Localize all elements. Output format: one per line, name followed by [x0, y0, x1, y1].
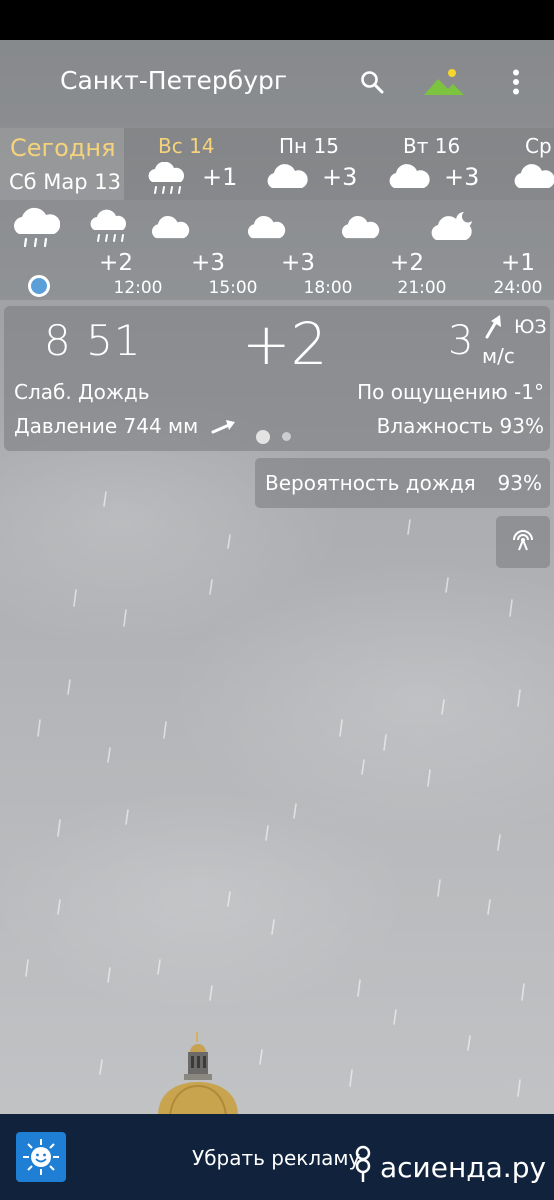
rain-probability-value: 93% [497, 471, 542, 495]
search-icon[interactable] [354, 64, 390, 100]
cloud-icon [148, 214, 192, 244]
rain-probability-label: Вероятность дождя [265, 471, 476, 495]
current-conditions-card[interactable]: 8 51 +2 3 ЮЗ м/с Слаб. Дождь По ощущению… [4, 306, 550, 451]
day-name: Вт 16 [403, 134, 461, 158]
cloud-icon [386, 162, 432, 194]
wind-direction: ЮЗ [514, 316, 547, 338]
cloud-icon [338, 214, 382, 244]
today-label: Сегодня [10, 134, 116, 162]
day-temp: +3 [444, 163, 480, 191]
hourly-forecast[interactable]: +2 12:00 +3 15:00 +3 18:00 +2 21:00 +1 2… [0, 200, 554, 300]
app-logo-icon [16, 1132, 66, 1182]
hour-time: 18:00 [303, 278, 353, 298]
pressure-text: Давление 744 мм [14, 414, 199, 438]
hour-temp: +1 [501, 250, 535, 276]
more-vert-icon[interactable] [498, 64, 534, 100]
current-hour-indicator [28, 275, 50, 297]
cloud-rain-icon [10, 206, 61, 256]
radar-icon [510, 528, 536, 556]
app-header: Санкт-Петербург [0, 40, 554, 128]
day-temp: +3 [322, 163, 358, 191]
day-name: Пн 15 [279, 134, 339, 158]
remove-ads-button[interactable]: Убрать рекламу [192, 1146, 360, 1170]
status-bar [0, 0, 554, 40]
rain-probability-chip[interactable]: Вероятность дождя 93% [255, 458, 550, 508]
daily-forecast-strip[interactable]: Сегодня Сб Мар 13 Вс 14 +1 Пн 15 +3 Вт 1… [0, 128, 554, 200]
wind-unit: м/с [482, 344, 515, 368]
feels-like: По ощущению -1° [357, 380, 544, 404]
today-tab[interactable]: Сегодня Сб Мар 13 [0, 128, 124, 200]
day-temp: +1 [202, 163, 238, 191]
page-dot [282, 432, 291, 441]
day-item[interactable]: Пн 15 +3 [264, 128, 374, 200]
watermark: асиенда.ру [352, 1144, 546, 1191]
cathedral-dome-image [158, 1032, 238, 1117]
cloud-rain-icon [144, 161, 188, 200]
watermark-text: асиенда.ру [380, 1151, 547, 1184]
page-dot-active [256, 429, 270, 444]
humidity: Влажность 93% [376, 414, 544, 438]
city-name[interactable]: Санкт-Петербург [60, 66, 287, 95]
hour-temp: +2 [99, 250, 133, 276]
hour-time: 12:00 [113, 278, 163, 298]
pressure-trend-icon [211, 416, 237, 440]
day-name: Вс 14 [158, 134, 215, 158]
current-temperature: +2 [242, 310, 328, 378]
page-indicator [256, 426, 303, 445]
today-date: Сб Мар 13 [9, 170, 122, 194]
day-name: Ср [525, 134, 552, 158]
current-time: 8 51 [44, 316, 142, 365]
day-item[interactable]: Ср [508, 128, 554, 200]
hour-temp: +3 [281, 250, 315, 276]
weather-screen: Санкт-Петербург Сегодня Сб Мар 13 Вс 14 … [0, 0, 554, 1200]
day-item[interactable]: Вт 16 +3 [386, 128, 496, 200]
cloud-rain-icon [86, 208, 130, 250]
hour-temp: +3 [191, 250, 225, 276]
condition-text: Слаб. Дождь [14, 380, 150, 404]
hour-time: 15:00 [208, 278, 258, 298]
radar-button[interactable] [496, 516, 550, 568]
wind-speed: 3 [448, 318, 474, 364]
cloud-moon-icon [430, 206, 478, 246]
day-item[interactable]: Вс 14 +1 [144, 128, 254, 200]
wind-arrow-icon [482, 314, 504, 344]
watermark-glyph-icon [352, 1144, 374, 1191]
hour-temp: +2 [390, 250, 424, 276]
pressure: Давление 744 мм [14, 414, 237, 440]
cloud-icon [511, 162, 554, 194]
hour-time: 21:00 [397, 278, 447, 298]
hour-time: 24:00 [493, 278, 543, 298]
cloud-icon [244, 214, 288, 244]
ad-banner[interactable]: Убрать рекламу асиенда.ру [0, 1114, 554, 1200]
cloud-icon [264, 162, 310, 194]
landscape-icon[interactable] [420, 64, 468, 100]
